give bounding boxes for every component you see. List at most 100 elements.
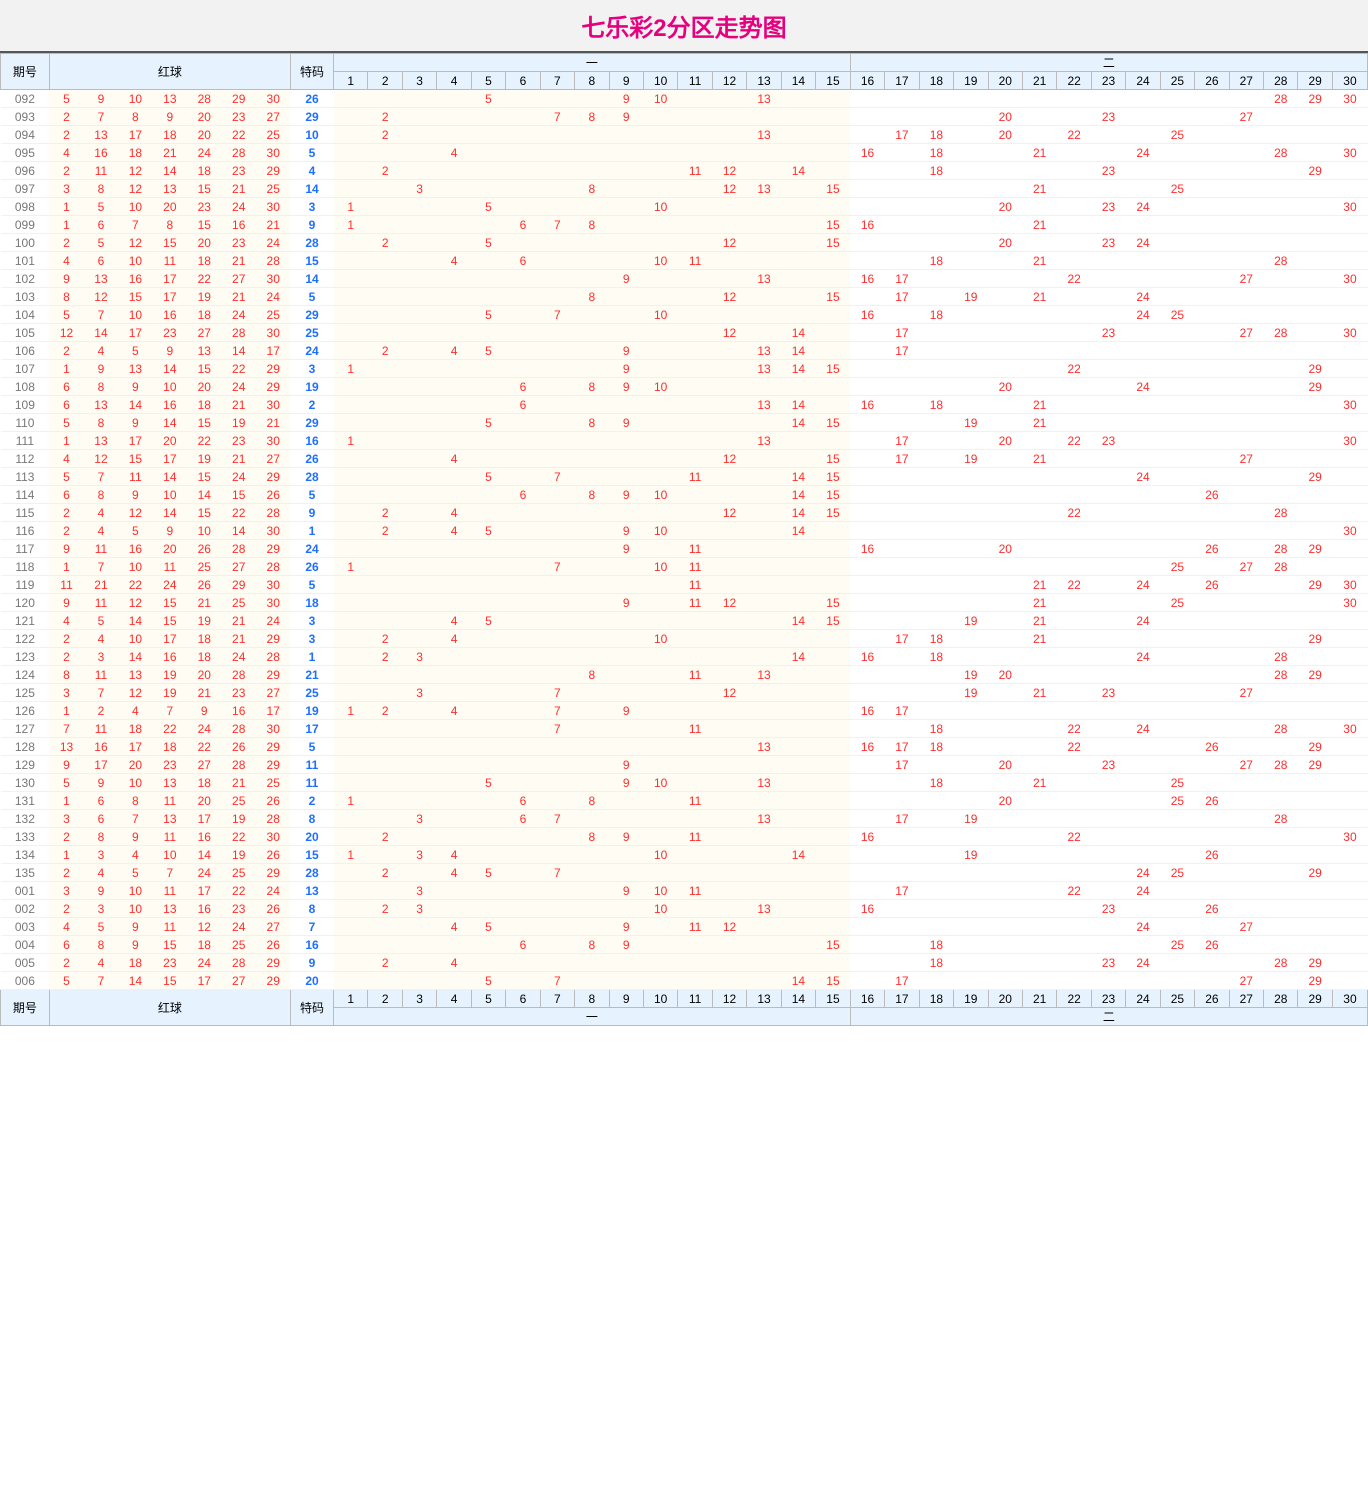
ball-cell: 1 — [49, 846, 83, 864]
trend-cell — [747, 792, 781, 810]
ball-cell: 9 — [49, 270, 83, 288]
trend-cell — [1022, 432, 1056, 450]
trend-cell — [954, 720, 988, 738]
ball-cell: 22 — [187, 432, 221, 450]
ball-cell: 15 — [187, 414, 221, 432]
trend-cell: 21 — [1022, 594, 1056, 612]
ball-cell: 28 — [221, 540, 255, 558]
trend-cell — [471, 702, 505, 720]
trend-cell: 17 — [885, 756, 919, 774]
trend-cell — [1057, 936, 1091, 954]
ball-cell: 22 — [187, 738, 221, 756]
ball-cell: 2 — [84, 702, 118, 720]
trend-cell — [402, 936, 436, 954]
ball-cell: 24 — [221, 468, 255, 486]
period-cell: 099 — [1, 216, 50, 234]
trend-cell — [368, 792, 402, 810]
trend-cell — [954, 828, 988, 846]
trend-cell: 9 — [609, 486, 643, 504]
trend-cell — [575, 162, 609, 180]
trend-cell — [609, 432, 643, 450]
trend-cell — [609, 324, 643, 342]
trend-cell — [781, 270, 815, 288]
trend-cell — [988, 324, 1022, 342]
trend-cell — [988, 90, 1022, 108]
trend-cell — [1264, 774, 1298, 792]
trend-cell — [1298, 504, 1332, 522]
trend-cell — [1022, 702, 1056, 720]
trend-cell — [919, 198, 953, 216]
trend-cell — [712, 648, 746, 666]
trend-cell — [954, 576, 988, 594]
trend-cell — [954, 378, 988, 396]
ball-cell: 8 — [84, 180, 118, 198]
trend-cell — [712, 378, 746, 396]
trend-cell — [1332, 900, 1367, 918]
trend-cell: 4 — [437, 954, 471, 972]
trend-cell — [850, 234, 884, 252]
trend-cell — [368, 486, 402, 504]
trend-cell — [885, 252, 919, 270]
trend-cell — [781, 378, 815, 396]
ball-cell: 20 — [153, 198, 187, 216]
ball-cell: 16 — [153, 306, 187, 324]
trend-cell — [781, 594, 815, 612]
trend-cell — [747, 216, 781, 234]
trend-cell: 25 — [1160, 558, 1194, 576]
trend-cell — [1022, 486, 1056, 504]
trend-cell — [506, 972, 540, 990]
trend-cell — [506, 180, 540, 198]
trend-cell: 15 — [816, 288, 851, 306]
trend-cell — [471, 900, 505, 918]
trend-cell — [781, 450, 815, 468]
trend-cell — [437, 648, 471, 666]
ball-cell: 25 — [256, 180, 291, 198]
trend-cell — [1195, 270, 1229, 288]
trend-cell — [1264, 288, 1298, 306]
trend-cell — [540, 666, 574, 684]
special-cell: 3 — [290, 360, 333, 378]
trend-cell — [1091, 702, 1125, 720]
trend-cell — [954, 504, 988, 522]
trend-cell — [368, 774, 402, 792]
trend-cell — [747, 540, 781, 558]
trend-cell: 16 — [850, 900, 884, 918]
ball-cell: 9 — [153, 522, 187, 540]
trend-cell — [816, 684, 851, 702]
special-cell: 19 — [290, 702, 333, 720]
trend-cell — [368, 252, 402, 270]
trend-cell — [781, 936, 815, 954]
table-row: 09738121315212514381213152125 — [1, 180, 1368, 198]
trend-cell: 3 — [402, 684, 436, 702]
trend-cell — [609, 666, 643, 684]
ball-cell: 2 — [49, 162, 83, 180]
trend-cell — [1195, 972, 1229, 990]
ball-cell: 2 — [49, 648, 83, 666]
trend-cell: 12 — [712, 594, 746, 612]
trend-cell — [1298, 648, 1332, 666]
trend-cell — [471, 288, 505, 306]
trend-cell — [609, 576, 643, 594]
trend-cell: 11 — [678, 594, 712, 612]
trend-cell — [1126, 270, 1160, 288]
trend-cell: 13 — [747, 774, 781, 792]
trend-cell — [506, 234, 540, 252]
trend-cell — [712, 972, 746, 990]
trend-cell — [506, 702, 540, 720]
trend-cell — [1332, 126, 1367, 144]
trend-cell — [781, 774, 815, 792]
trend-cell — [988, 504, 1022, 522]
trend-cell — [1091, 540, 1125, 558]
ball-cell: 14 — [118, 648, 152, 666]
trend-cell — [781, 702, 815, 720]
ball-cell: 6 — [49, 396, 83, 414]
trend-cell — [437, 360, 471, 378]
table-row: 1029131617222730149131617222730 — [1, 270, 1368, 288]
trend-cell — [1091, 648, 1125, 666]
ball-cell: 11 — [84, 720, 118, 738]
trend-cell — [850, 162, 884, 180]
trend-cell: 10 — [643, 522, 677, 540]
trend-cell: 4 — [437, 342, 471, 360]
trend-cell: 5 — [471, 198, 505, 216]
trend-cell — [954, 954, 988, 972]
